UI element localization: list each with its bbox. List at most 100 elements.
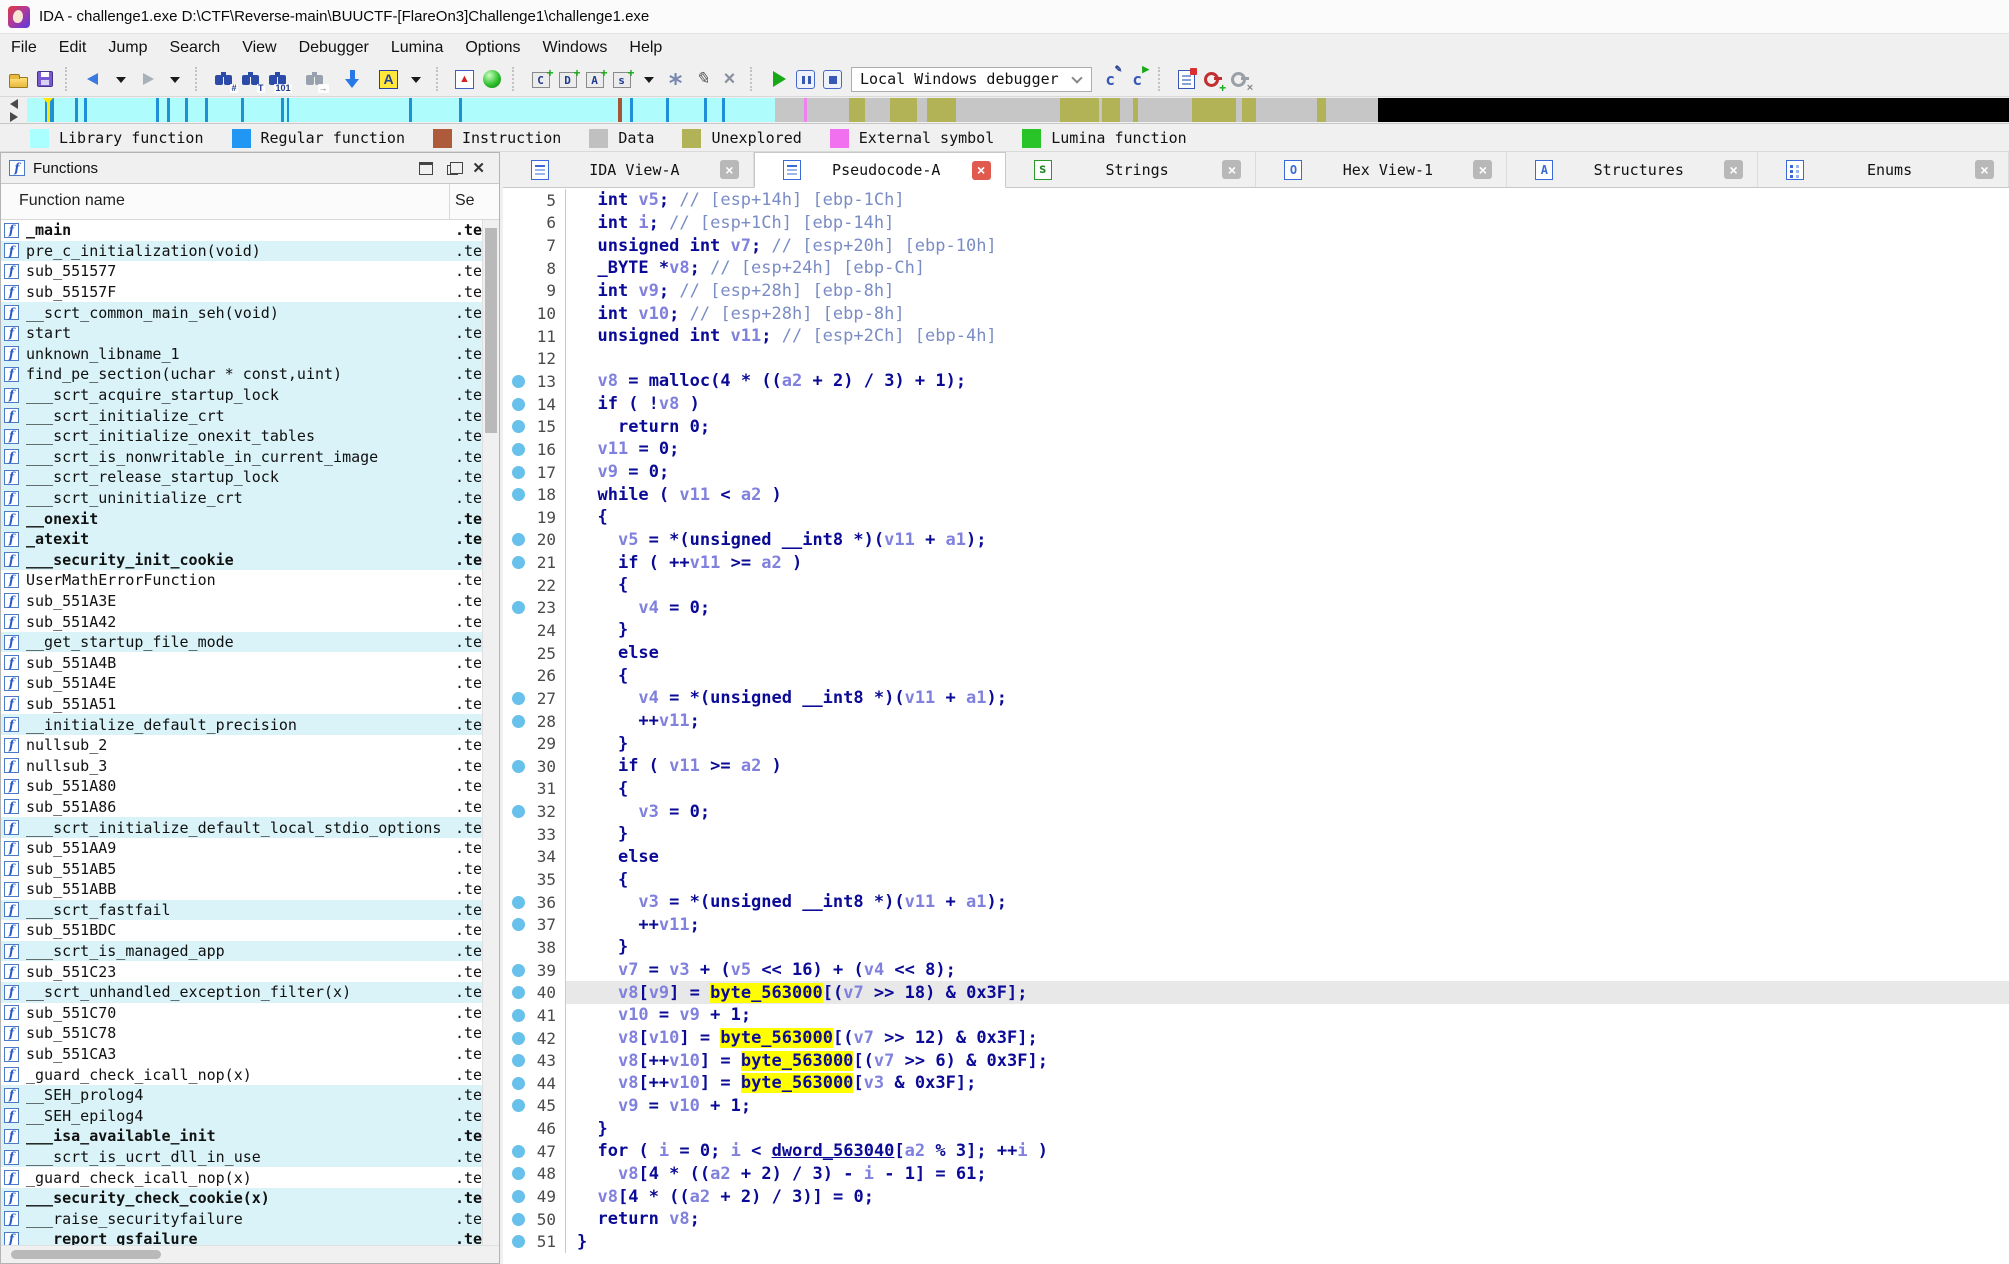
breakpoint-icon[interactable] <box>512 1099 525 1112</box>
function-row[interactable]: f__get_startup_file_mode.te <box>1 632 482 653</box>
highlight-color-button[interactable] <box>375 66 402 93</box>
function-row[interactable]: f___scrt_is_managed_app.te <box>1 941 482 962</box>
breakpoint-gutter[interactable] <box>503 488 533 501</box>
function-row[interactable]: fsub_551CA3.te <box>1 1044 482 1065</box>
functions-column-header[interactable]: Function name Se <box>1 184 499 220</box>
code-text[interactable]: } <box>565 823 2009 846</box>
make-data-button[interactable]: D <box>554 66 581 93</box>
function-row[interactable]: fsub_551A86.te <box>1 797 482 818</box>
breakpoint-gutter[interactable] <box>503 398 533 411</box>
breakpoint-gutter[interactable] <box>503 1213 533 1226</box>
function-row[interactable]: fstart.te <box>1 323 482 344</box>
edit-function-button[interactable] <box>689 66 716 93</box>
function-row[interactable]: f___scrt_release_startup_lock.te <box>1 467 482 488</box>
code-text[interactable]: v8[++v10] = byte_563000[v3 & 0x3F]; <box>565 1072 2009 1095</box>
breakpoint-icon[interactable] <box>512 1145 525 1158</box>
function-row[interactable]: fsub_551ABB.te <box>1 879 482 900</box>
breakpoint-gutter[interactable] <box>503 1032 533 1045</box>
code-text[interactable]: } <box>565 1117 2009 1140</box>
breakpoint-gutter[interactable] <box>503 986 533 999</box>
breakpoint-icon[interactable] <box>512 760 525 773</box>
code-text[interactable]: int v10; // [esp+28h] [ebp-8h] <box>565 302 2009 325</box>
breakpoint-gutter[interactable] <box>503 805 533 818</box>
functions-vertical-scrollbar[interactable] <box>482 220 499 1245</box>
search-next-button[interactable]: → <box>301 66 328 93</box>
highlight-color-dropdown[interactable] <box>402 66 429 93</box>
function-row[interactable]: f___scrt_initialize_crt.te <box>1 405 482 426</box>
code-text[interactable]: if ( ++v11 >= a2 ) <box>565 551 2009 574</box>
function-row[interactable]: fsub_551A42.te <box>1 611 482 632</box>
breakpoint-icon[interactable] <box>512 1167 525 1180</box>
column-function-name[interactable]: Function name <box>19 192 125 210</box>
breakpoint-gutter[interactable] <box>503 918 533 931</box>
function-row[interactable]: fpre_c_initialization(void).te <box>1 241 482 262</box>
code-text[interactable]: v8[4 * ((a2 + 2) / 3) - i - 1] = 61; <box>565 1163 2009 1186</box>
make-string-button[interactable]: A <box>581 66 608 93</box>
tab-pseudocode-a[interactable]: Pseudocode-A× <box>754 152 1006 188</box>
function-row[interactable]: fUserMathErrorFunction.te <box>1 570 482 591</box>
code-text[interactable]: if ( v11 >= a2 ) <box>565 755 2009 778</box>
function-row[interactable]: ffind_pe_section(uchar * const,uint).te <box>1 364 482 385</box>
function-row[interactable]: fsub_55157F.te <box>1 282 482 303</box>
code-text[interactable]: v3 = 0; <box>565 800 2009 823</box>
breakpoint-icon[interactable] <box>512 466 525 479</box>
function-row[interactable]: f_guard_check_icall_nop(x).te <box>1 1167 482 1188</box>
attach-script-button[interactable]: ✎ <box>1097 66 1124 93</box>
close-tab-icon[interactable]: × <box>1222 160 1241 179</box>
function-row[interactable]: fsub_551A4B.te <box>1 652 482 673</box>
menu-lumina[interactable]: Lumina <box>380 34 454 62</box>
start-debugger-button[interactable] <box>765 66 792 93</box>
breakpoint-icon[interactable] <box>512 533 525 546</box>
navigation-band[interactable] <box>0 96 2009 124</box>
breakpoint-icon[interactable] <box>512 420 525 433</box>
navband-strip[interactable] <box>27 98 2009 122</box>
breakpoint-gutter[interactable] <box>503 692 533 705</box>
tab-enums[interactable]: Enums× <box>1758 152 2009 187</box>
code-text[interactable]: } <box>565 936 2009 959</box>
code-text[interactable]: v10 = v9 + 1; <box>565 1004 2009 1027</box>
function-row[interactable]: f_guard_check_icall_nop(x).te <box>1 1064 482 1085</box>
breakpoint-icon[interactable] <box>512 398 525 411</box>
code-text[interactable]: v7 = v3 + (v5 << 16) + (v4 << 8); <box>565 959 2009 982</box>
function-row[interactable]: fsub_551BDC.te <box>1 920 482 941</box>
jump-address-button[interactable] <box>338 66 365 93</box>
breakpoint-icon[interactable] <box>512 443 525 456</box>
code-text[interactable]: return v8; <box>565 1208 2009 1231</box>
run-script-button[interactable]: ▶ <box>1124 66 1151 93</box>
code-text[interactable]: } <box>565 619 2009 642</box>
menu-debugger[interactable]: Debugger <box>288 34 380 62</box>
make-literal-dropdown[interactable] <box>635 66 662 93</box>
function-row[interactable]: f___isa_available_init.te <box>1 1126 482 1147</box>
menu-view[interactable]: View <box>231 34 287 62</box>
code-text[interactable]: return 0; <box>565 415 2009 438</box>
tab-ida-view-a[interactable]: IDA View-A× <box>503 152 754 187</box>
breakpoint-gutter[interactable] <box>503 1145 533 1158</box>
code-text[interactable]: else <box>565 642 2009 665</box>
function-row[interactable]: fsub_551AA9.te <box>1 838 482 859</box>
code-text[interactable]: ++v11; <box>565 710 2009 733</box>
stop-debugger-button[interactable] <box>819 66 846 93</box>
menu-search[interactable]: Search <box>158 34 231 62</box>
function-row[interactable]: f___security_check_cookie(x).te <box>1 1188 482 1209</box>
breakpoint-icon[interactable] <box>512 1190 525 1203</box>
add-breakpoint-button[interactable]: + <box>1200 66 1227 93</box>
search-immediate-button[interactable]: 101 <box>264 66 291 93</box>
function-row[interactable]: fnullsub_2.te <box>1 735 482 756</box>
breakpoint-icon[interactable] <box>512 1054 525 1067</box>
save-database-button[interactable] <box>31 66 58 93</box>
function-row[interactable]: f___scrt_is_nonwritable_in_current_image… <box>1 447 482 468</box>
navigate-back-button[interactable] <box>80 66 107 93</box>
breakpoint-gutter[interactable] <box>503 375 533 388</box>
code-text[interactable]: } <box>565 732 2009 755</box>
function-row[interactable]: fsub_551AB5.te <box>1 858 482 879</box>
function-row[interactable]: f_atexit.te <box>1 529 482 550</box>
breakpoint-icon[interactable] <box>512 1009 525 1022</box>
code-text[interactable]: int v9; // [esp+28h] [ebp-8h] <box>565 280 2009 303</box>
breakpoint-gutter[interactable] <box>503 1167 533 1180</box>
function-row[interactable]: f__scrt_common_main_seh(void).te <box>1 302 482 323</box>
pause-debugger-button[interactable] <box>792 66 819 93</box>
breakpoint-gutter[interactable] <box>503 1190 533 1203</box>
make-literal-button[interactable]: s <box>608 66 635 93</box>
function-row[interactable]: fsub_551C70.te <box>1 1003 482 1024</box>
code-text[interactable]: int i; // [esp+1Ch] [ebp-14h] <box>565 212 2009 235</box>
